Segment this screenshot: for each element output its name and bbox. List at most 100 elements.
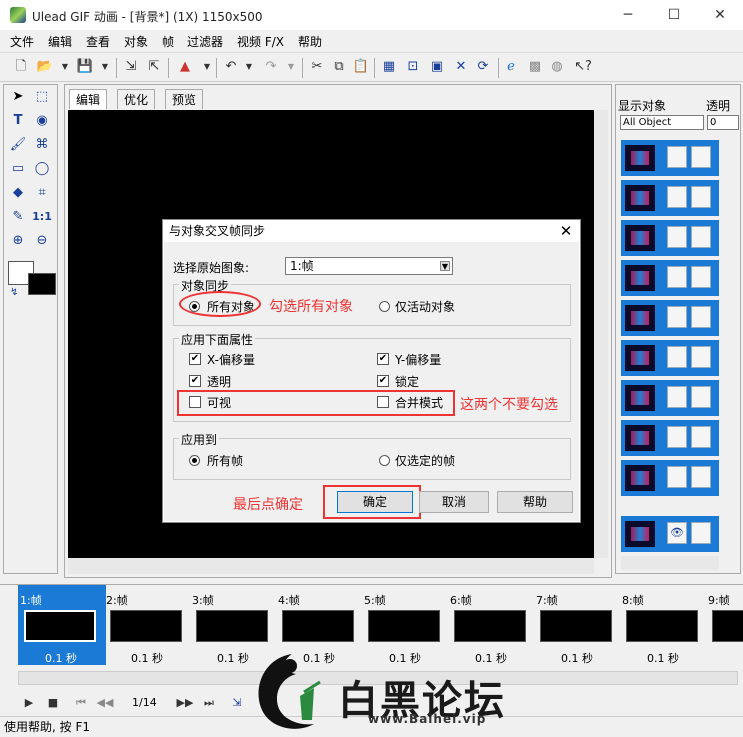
- object-filter-select[interactable]: All Object: [620, 115, 704, 130]
- crop-icon[interactable]: ⊡: [404, 58, 422, 76]
- object-row[interactable]: [621, 260, 719, 296]
- lock-cell[interactable]: [691, 146, 711, 168]
- radio-selected-frames[interactable]: [379, 455, 390, 466]
- chevron-down-icon[interactable]: ▼: [440, 261, 450, 271]
- next-frame-icon[interactable]: ▶▶: [176, 694, 194, 712]
- frame-props-icon[interactable]: ▦: [380, 58, 398, 76]
- menu-file[interactable]: 文件: [10, 33, 34, 50]
- open-icon[interactable]: 📂: [36, 58, 54, 76]
- frame-item[interactable]: 9:帧: [706, 585, 743, 665]
- eyedropper-tool-icon[interactable]: ✎: [8, 207, 28, 227]
- tab-preview[interactable]: 预览: [165, 89, 204, 109]
- visibility-cell[interactable]: [667, 346, 687, 368]
- menu-object[interactable]: 对象: [124, 33, 148, 50]
- frame-item[interactable]: 1:帧 0.1 秒: [18, 585, 106, 665]
- help-pointer-icon[interactable]: ↖?: [574, 58, 592, 76]
- object-row[interactable]: [621, 380, 719, 416]
- play-icon[interactable]: ▶: [20, 694, 38, 712]
- dialog-close-button[interactable]: ✕: [556, 220, 576, 242]
- undo-icon[interactable]: ↶: [222, 58, 240, 76]
- dropdown-icon[interactable]: ▼: [282, 58, 300, 76]
- browser-icon[interactable]: ℯ: [502, 58, 520, 76]
- vertical-scrollbar[interactable]: [594, 110, 608, 558]
- first-frame-icon[interactable]: ⏮: [72, 694, 90, 712]
- lock-cell[interactable]: [691, 466, 711, 488]
- dropdown-icon[interactable]: ▼: [240, 58, 258, 76]
- lock-cell[interactable]: [691, 186, 711, 208]
- marquee-tool-icon[interactable]: ⬚: [32, 87, 52, 107]
- object-row[interactable]: 👁: [621, 516, 719, 552]
- save-icon[interactable]: 💾: [76, 58, 94, 76]
- eraser-tool-icon[interactable]: ▭: [8, 159, 28, 179]
- menu-edit[interactable]: 编辑: [48, 33, 72, 50]
- frame-delay[interactable]: 0.1 秒: [362, 650, 448, 666]
- swap-colors-icon[interactable]: ↯: [10, 287, 18, 298]
- panel-scrollbar[interactable]: [621, 556, 719, 570]
- zoom-out-icon[interactable]: ⊖: [32, 231, 52, 251]
- zoom-in-icon[interactable]: ⊕: [8, 231, 28, 251]
- menu-filter[interactable]: 过滤器: [187, 33, 223, 50]
- rotate-icon[interactable]: ⟳: [474, 58, 492, 76]
- crop-tool-icon[interactable]: ⌗: [32, 183, 52, 203]
- visibility-cell[interactable]: [667, 426, 687, 448]
- lock-cell[interactable]: [691, 306, 711, 328]
- lock-cell[interactable]: [691, 346, 711, 368]
- visibility-cell[interactable]: [667, 186, 687, 208]
- cancel-button[interactable]: 取消: [419, 491, 489, 513]
- lasso-tool-icon[interactable]: ⌘: [32, 135, 52, 155]
- frame-delay[interactable]: 0.1 秒: [620, 650, 706, 666]
- visibility-cell[interactable]: [667, 226, 687, 248]
- object-row[interactable]: [621, 140, 719, 176]
- brush-tool-icon[interactable]: 🖌: [8, 135, 28, 155]
- last-frame-icon[interactable]: ⏭: [200, 694, 218, 712]
- optimize-icon[interactable]: ▩: [526, 58, 544, 76]
- frame-item[interactable]: 2:帧 0.1 秒: [104, 585, 184, 665]
- lock-cell[interactable]: [691, 426, 711, 448]
- prev-frame-icon[interactable]: ◀◀: [96, 694, 114, 712]
- transparent-checkbox[interactable]: ✔: [189, 375, 201, 387]
- eye-icon[interactable]: 👁: [667, 522, 687, 544]
- menu-help[interactable]: 帮助: [298, 33, 322, 50]
- frame-delay[interactable]: 0.1 秒: [448, 650, 534, 666]
- frame-delay[interactable]: 0.1 秒: [534, 650, 620, 666]
- copy-icon[interactable]: ⧉: [330, 58, 348, 76]
- lock-checkbox[interactable]: ✔: [377, 375, 389, 387]
- dropdown-icon[interactable]: ▼: [56, 58, 74, 76]
- dropdown-icon[interactable]: ▼: [96, 58, 114, 76]
- stop-icon[interactable]: ■: [44, 694, 62, 712]
- object-row[interactable]: [621, 300, 719, 336]
- pick-tool-icon[interactable]: ➤: [8, 87, 28, 107]
- lock-cell[interactable]: [691, 226, 711, 248]
- opacity-input[interactable]: 0: [707, 115, 739, 130]
- frame-item[interactable]: 6:帧 0.1 秒: [448, 585, 528, 665]
- object-row[interactable]: [621, 460, 719, 496]
- maximize-button[interactable]: ☐: [651, 0, 697, 30]
- cut-icon[interactable]: ✂: [308, 58, 326, 76]
- close-button[interactable]: ✕: [697, 0, 743, 30]
- frame-delay[interactable]: 0.1 秒: [104, 650, 190, 666]
- menu-view[interactable]: 查看: [86, 33, 110, 50]
- menu-video-fx[interactable]: 视频 F/X: [237, 33, 284, 50]
- lock-cell[interactable]: [691, 386, 711, 408]
- ellipse-tool-icon[interactable]: ◯: [32, 159, 52, 179]
- y-offset-checkbox[interactable]: ✔: [377, 353, 389, 365]
- horizontal-scrollbar[interactable]: [68, 558, 594, 574]
- minimize-button[interactable]: ─: [605, 0, 651, 30]
- visibility-cell[interactable]: [667, 266, 687, 288]
- menu-frame[interactable]: 帧: [162, 33, 174, 50]
- help-button[interactable]: 帮助: [497, 491, 573, 513]
- frame-item[interactable]: 5:帧 0.1 秒: [362, 585, 442, 665]
- text-tool-icon[interactable]: T: [8, 111, 28, 131]
- object-row[interactable]: [621, 220, 719, 256]
- fill-tool-icon[interactable]: ◆: [8, 183, 28, 203]
- frame-item[interactable]: 8:帧 0.1 秒: [620, 585, 700, 665]
- frame-delay[interactable]: 0.1 秒: [18, 650, 104, 666]
- color-picker-icon[interactable]: ▲: [176, 58, 194, 76]
- object-row[interactable]: [621, 180, 719, 216]
- dropdown-icon[interactable]: ▼: [198, 58, 216, 76]
- transform-icon[interactable]: ✕: [452, 58, 470, 76]
- new-icon[interactable]: 🗋: [12, 58, 30, 76]
- play-tool-icon[interactable]: ◉: [32, 111, 52, 131]
- object-row[interactable]: [621, 340, 719, 376]
- paste-icon[interactable]: 📋: [352, 58, 370, 76]
